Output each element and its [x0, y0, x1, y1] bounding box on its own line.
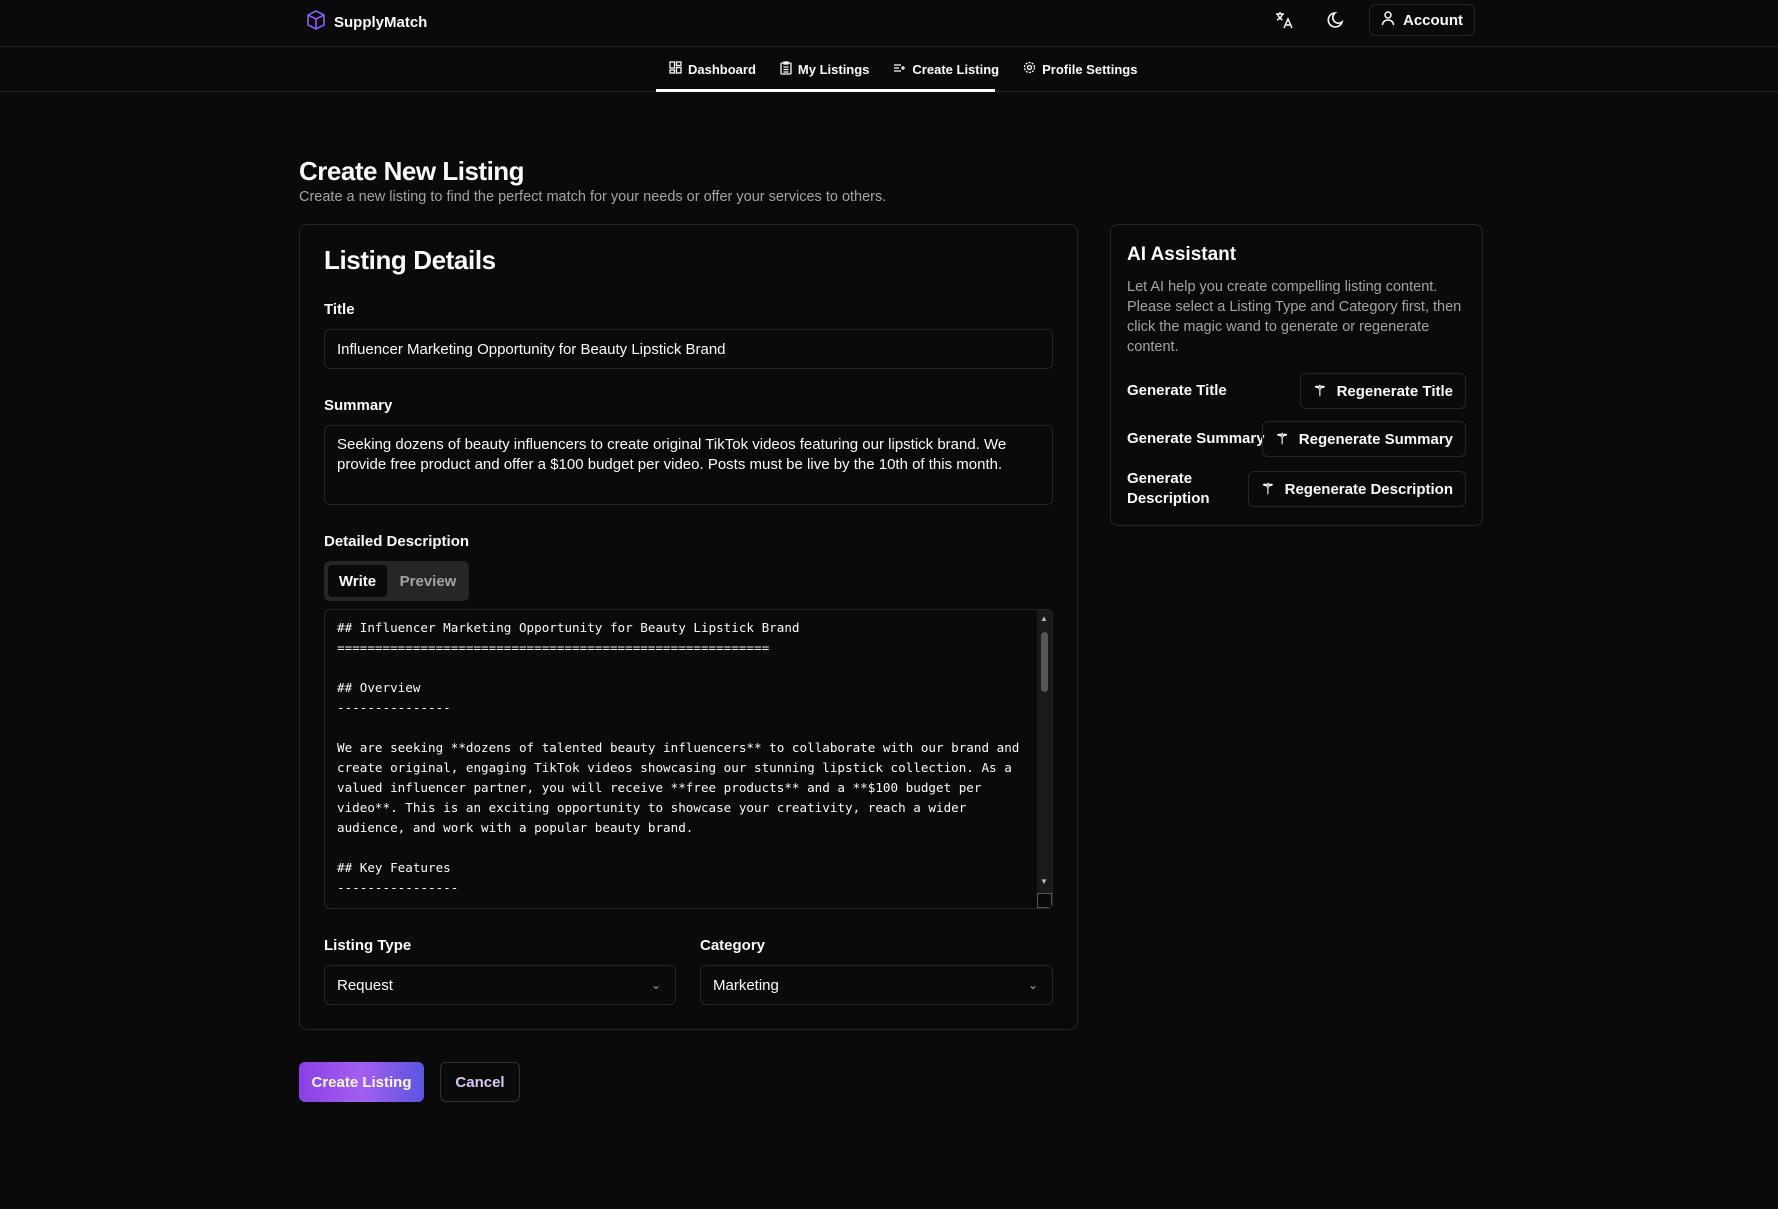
- tab-write[interactable]: Write: [328, 565, 387, 597]
- nav-label: My Listings: [797, 61, 870, 77]
- regenerate-description-button[interactable]: ⚚ Regenerate Description: [1248, 471, 1466, 507]
- category-value: Marketing: [713, 976, 779, 994]
- moon-icon[interactable]: [1320, 4, 1352, 36]
- brand-name: SupplyMatch: [334, 13, 428, 31]
- nav-my-listings[interactable]: My Listings: [780, 60, 870, 78]
- gear-icon: [1023, 61, 1036, 77]
- nav-label: Profile Settings: [1042, 61, 1138, 77]
- user-icon: [1381, 10, 1395, 30]
- description-textarea[interactable]: ## Influencer Marketing Opportunity for …: [324, 609, 1053, 909]
- scroll-down-icon[interactable]: ▼: [1040, 877, 1048, 886]
- translate-icon[interactable]: [1268, 4, 1300, 36]
- category-select[interactable]: Marketing ⌄: [700, 965, 1053, 1005]
- listing-type-label: Listing Type: [324, 937, 412, 954]
- main-nav: Dashboard My Listings Create Listing Pro…: [0, 47, 1778, 92]
- top-header: SupplyMatch Account: [0, 0, 1778, 47]
- magic-wand-icon: ⚚: [1261, 481, 1275, 498]
- textarea-scrollbar[interactable]: ▲ ▼: [1037, 610, 1052, 908]
- description-text: ## Influencer Marketing Opportunity for …: [337, 620, 1020, 895]
- magic-wand-icon: ⚚: [1275, 431, 1289, 448]
- chevron-down-icon: ⌄: [650, 978, 661, 992]
- generate-title-label: Generate Title: [1127, 382, 1227, 399]
- nav-dashboard[interactable]: Dashboard: [669, 61, 756, 77]
- description-tabs: Write Preview: [324, 561, 469, 601]
- button-label: Regenerate Summary: [1298, 430, 1453, 448]
- scroll-up-icon[interactable]: ▲: [1040, 614, 1048, 623]
- summary-textarea[interactable]: Seeking dozens of beauty influencers to …: [324, 425, 1053, 505]
- chevron-down-icon: ⌄: [1027, 978, 1038, 992]
- cancel-button[interactable]: Cancel: [440, 1062, 520, 1102]
- regenerate-title-button[interactable]: ⚚ Regenerate Title: [1300, 373, 1466, 409]
- generate-description-label: Generate Description: [1127, 470, 1210, 507]
- tab-preview[interactable]: Preview: [393, 565, 463, 597]
- magic-wand-icon: ⚚: [1313, 383, 1327, 400]
- clipboard-icon: [780, 60, 792, 78]
- regenerate-summary-button[interactable]: ⚚ Regenerate Summary: [1262, 421, 1466, 457]
- nav-label: Create Listing: [912, 61, 1000, 77]
- card-heading: Listing Details: [324, 245, 496, 275]
- scrollbar-thumb[interactable]: [1041, 632, 1048, 692]
- page-title: Create New Listing: [299, 156, 525, 186]
- nav-label: Dashboard: [688, 61, 756, 77]
- title-label: Title: [324, 301, 355, 318]
- brand-logo[interactable]: SupplyMatch: [306, 9, 427, 35]
- summary-label: Summary: [324, 397, 393, 414]
- nav-create-listing[interactable]: Create Listing: [893, 62, 999, 77]
- resize-handle-icon[interactable]: [1037, 893, 1052, 908]
- box-logo-icon: [306, 9, 326, 35]
- account-button[interactable]: Account: [1369, 4, 1475, 36]
- listing-type-select[interactable]: Request ⌄: [324, 965, 676, 1005]
- page-subtitle: Create a new listing to find the perfect…: [299, 189, 887, 205]
- title-input[interactable]: Influencer Marketing Opportunity for Bea…: [324, 329, 1053, 369]
- account-label: Account: [1403, 11, 1463, 29]
- ai-heading: AI Assistant: [1127, 244, 1237, 265]
- category-label: Category: [700, 937, 766, 954]
- nav-profile-settings[interactable]: Profile Settings: [1023, 61, 1137, 77]
- button-label: Regenerate Title: [1336, 382, 1453, 400]
- listing-type-value: Request: [337, 976, 393, 994]
- list-plus-icon: [893, 62, 906, 77]
- create-listing-button[interactable]: Create Listing: [299, 1062, 424, 1102]
- active-tab-indicator: [656, 89, 995, 92]
- description-label: Detailed Description: [324, 533, 470, 550]
- generate-summary-label: Generate Summary: [1127, 430, 1265, 447]
- dashboard-icon: [669, 61, 682, 77]
- ai-description: Let AI help you create compelling listin…: [1127, 279, 1462, 355]
- button-label: Regenerate Description: [1284, 480, 1453, 498]
